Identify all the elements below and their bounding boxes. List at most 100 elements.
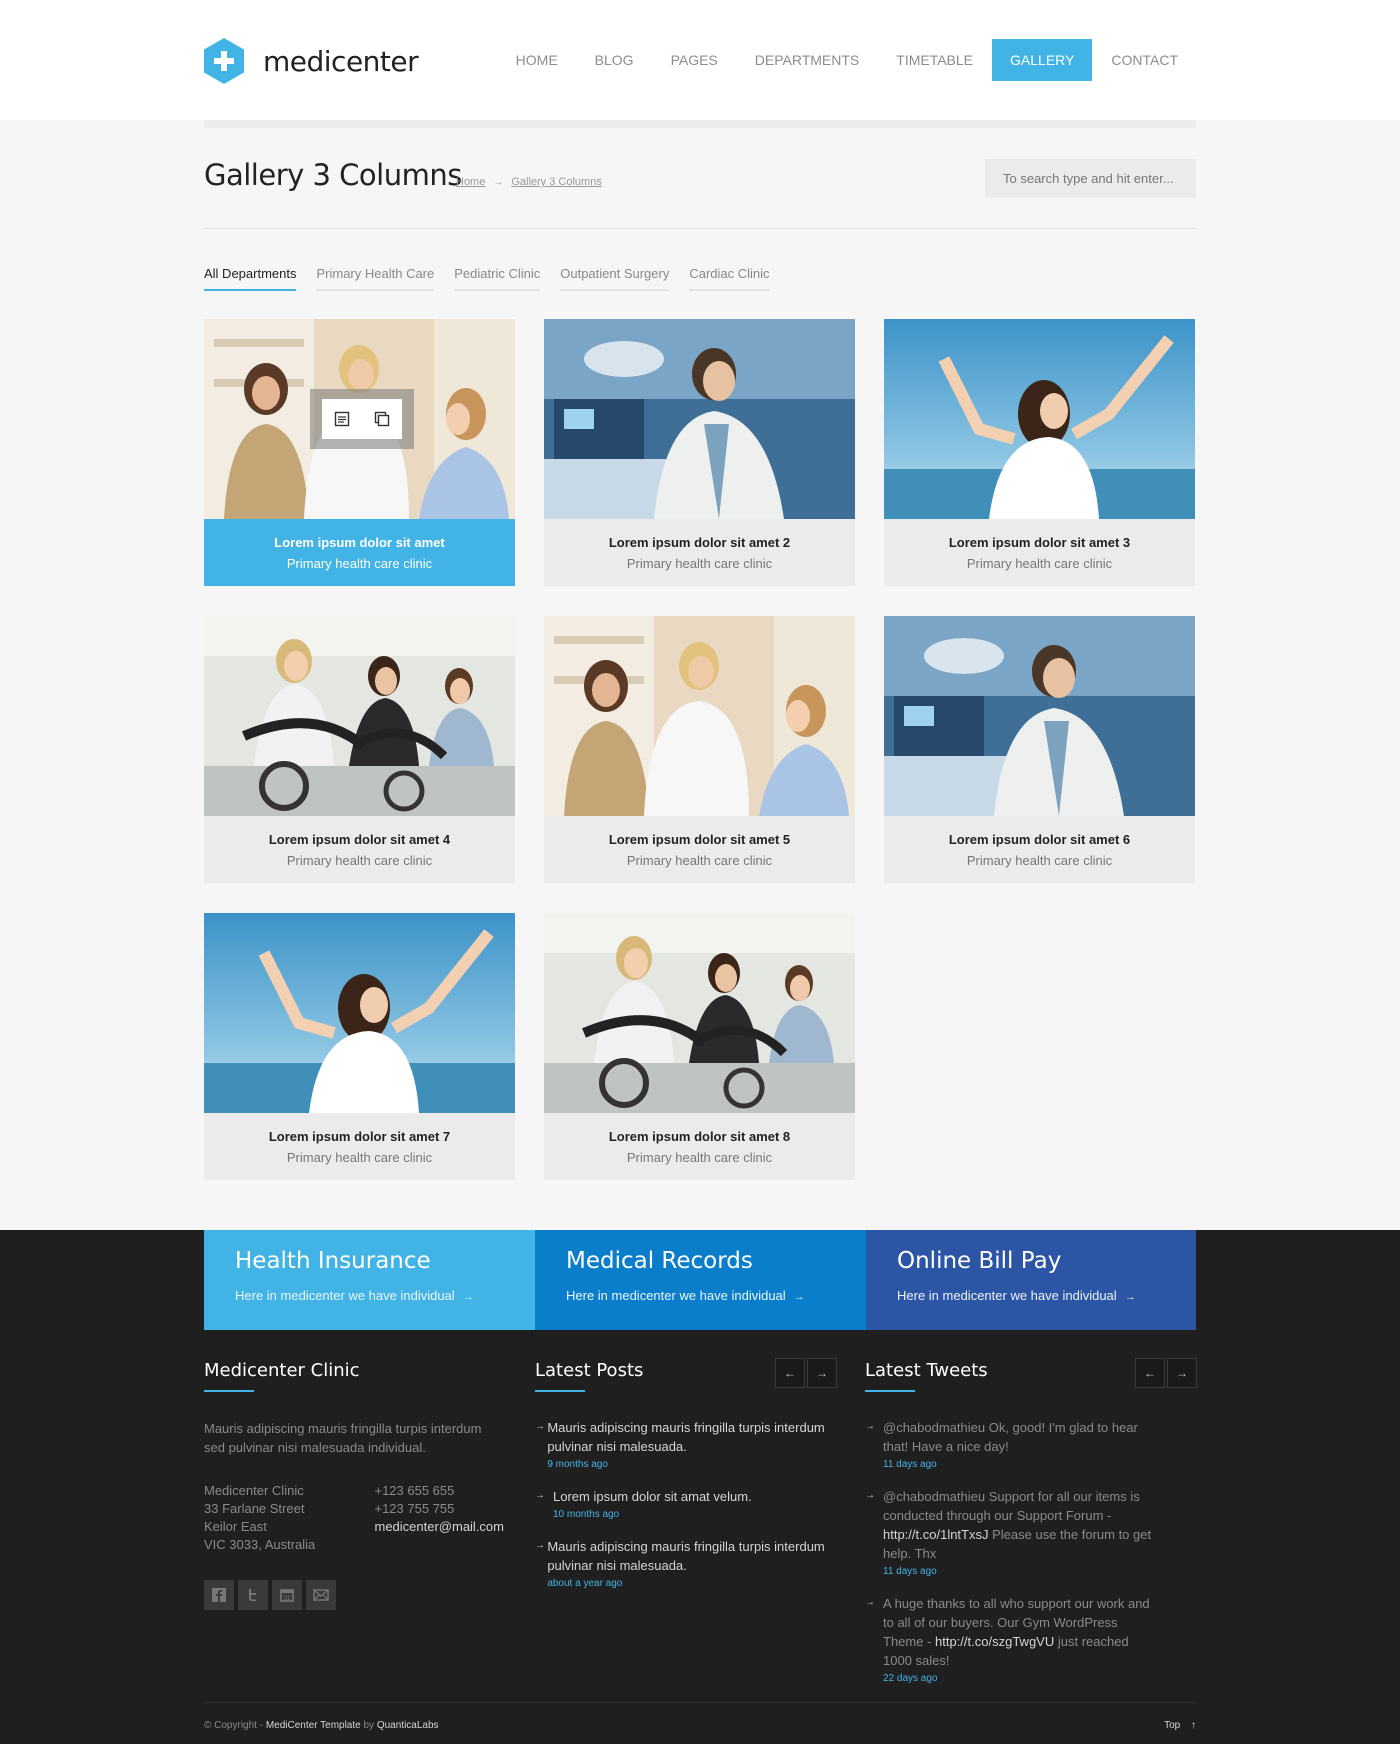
about-column: Medicenter Clinic Mauris adipiscing maur…	[204, 1360, 504, 1610]
contact-details: Medicenter Clinic 33 Farlane Street Keil…	[204, 1482, 504, 1554]
filter-tab[interactable]: Outpatient Surgery	[560, 266, 670, 291]
gallery-image[interactable]	[884, 319, 1195, 519]
nav-item-departments[interactable]: DEPARTMENTS	[737, 39, 878, 81]
feature-box-link[interactable]: Here in medicenter we have individual →	[566, 1288, 835, 1303]
author-link[interactable]: QuanticaLabs	[377, 1720, 439, 1731]
copyright: © Copyright - MediCenter Template by Qua…	[204, 1720, 439, 1731]
back-to-top-button[interactable]: Top ↑	[1164, 1720, 1196, 1731]
post-title[interactable]: Lorem ipsum dolor sit amat velum.	[553, 1487, 752, 1506]
footer-feature-boxes: Health Insurance Here in medicenter we ha…	[204, 1230, 1196, 1330]
gallery-item-subtitle: Primary health care clinic	[286, 556, 433, 571]
gallery-item-subtitle: Primary health care clinic	[626, 1150, 773, 1165]
post-title[interactable]: Mauris adipiscing mauris fringilla turpi…	[547, 1418, 835, 1456]
gallery-item-title[interactable]: Lorem ipsum dolor sit amet 6	[884, 832, 1195, 847]
gallery-caption: Lorem ipsum dolor sit amet 7 Primary heal…	[204, 1113, 515, 1180]
gallery-item-title[interactable]: Lorem ipsum dolor sit amet 5	[544, 832, 855, 847]
gallery-item[interactable]: Lorem ipsum dolor sit amet 5 Primary heal…	[544, 616, 855, 883]
feature-box[interactable]: Medical Records Here in medicenter we hav…	[535, 1230, 866, 1330]
filter-tab[interactable]: Cardiac Clinic	[689, 266, 770, 291]
nav-item-pages[interactable]: PAGES	[653, 39, 736, 81]
post-item[interactable]: → Lorem ipsum dolor sit amat velum. 10 mon…	[535, 1487, 835, 1520]
tweet-date[interactable]: 22 days ago	[883, 1673, 1158, 1684]
gallery-item-title[interactable]: Lorem ipsum dolor sit amet 2	[544, 535, 855, 550]
tweets-prev-button[interactable]: ←	[1135, 1358, 1165, 1388]
product-link[interactable]: MediCenter Template	[266, 1720, 361, 1731]
gallery-item-subtitle: Primary health care clinic	[966, 556, 1113, 571]
facebook-icon[interactable]	[204, 1580, 234, 1610]
tweet-text: A huge thanks to all who support our wor…	[883, 1594, 1158, 1670]
nav-item-blog[interactable]: BLOG	[577, 39, 652, 81]
copyright-by: by	[360, 1720, 377, 1731]
gallery-item-title[interactable]: Lorem ipsum dolor sit amet 4	[204, 832, 515, 847]
feature-box-link[interactable]: Here in medicenter we have individual →	[897, 1288, 1165, 1303]
logo[interactable]: medicenter	[204, 38, 419, 84]
arrow-right-icon: →	[535, 1540, 545, 1551]
post-item[interactable]: → Mauris adipiscing mauris fringilla turp…	[535, 1418, 835, 1470]
email-link[interactable]: medicenter@mail.com	[374, 1518, 504, 1536]
filter-tab[interactable]: All Departments	[204, 266, 297, 291]
gallery-item-title[interactable]: Lorem ipsum dolor sit amet 3	[884, 535, 1195, 550]
feature-box[interactable]: Online Bill Pay Here in medicenter we hav…	[866, 1230, 1196, 1330]
arrow-right-icon: →	[535, 1421, 545, 1432]
gallery-image[interactable]	[204, 913, 515, 1113]
gallery-image[interactable]	[544, 913, 855, 1113]
posts-prev-button[interactable]: ←	[775, 1358, 805, 1388]
logo-text: medicenter	[263, 44, 419, 78]
feature-box-title: Medical Records	[566, 1248, 753, 1274]
nav-item-home[interactable]: HOME	[498, 39, 576, 81]
twitter-icon[interactable]	[238, 1580, 268, 1610]
nav-item-gallery[interactable]: GALLERY	[992, 39, 1093, 81]
mail-icon[interactable]	[306, 1580, 336, 1610]
feature-box-title: Online Bill Pay	[897, 1248, 1062, 1274]
breadcrumb-home[interactable]: Home	[456, 176, 485, 188]
filter-tab[interactable]: Primary Health Care	[316, 266, 435, 291]
gallery-item[interactable]: Lorem ipsum dolor sit amet Primary health…	[204, 319, 515, 586]
gallery-image[interactable]	[204, 616, 515, 816]
tweet-date[interactable]: 11 days ago	[883, 1566, 1158, 1577]
gallery-image[interactable]	[884, 616, 1195, 816]
gallery-item-title[interactable]: Lorem ipsum dolor sit amet 8	[544, 1129, 855, 1144]
feature-box[interactable]: Health Insurance Here in medicenter we ha…	[204, 1230, 535, 1330]
post-item[interactable]: → Mauris adipiscing mauris fringilla turp…	[535, 1537, 835, 1589]
divider	[204, 228, 1196, 229]
gallery-image[interactable]	[544, 616, 855, 816]
gallery-item-title[interactable]: Lorem ipsum dolor sit amet	[204, 535, 515, 550]
enlarge-icon[interactable]	[362, 399, 402, 439]
arrow-up-icon: ↑	[1191, 1720, 1196, 1731]
calendar-icon[interactable]: 31	[272, 1580, 302, 1610]
post-body: Mauris adipiscing mauris fringilla turpi…	[547, 1537, 835, 1589]
phone-number: +123 655 655	[374, 1483, 455, 1498]
tweets-next-button[interactable]: →	[1167, 1358, 1197, 1388]
tweet-link[interactable]: http://t.co/1lntTxsJ	[883, 1527, 989, 1542]
gallery-image[interactable]	[544, 319, 855, 519]
nav-item-timetable[interactable]: TIMETABLE	[878, 39, 991, 81]
details-icon[interactable]	[322, 399, 362, 439]
gallery-item[interactable]: Lorem ipsum dolor sit amet 8 Primary heal…	[544, 913, 855, 1180]
feature-box-link[interactable]: Here in medicenter we have individual →	[235, 1288, 504, 1303]
title-underline	[535, 1390, 585, 1392]
gallery-item[interactable]: Lorem ipsum dolor sit amet 7 Primary heal…	[204, 913, 515, 1180]
breadcrumb-current[interactable]: Gallery 3 Columns	[511, 176, 601, 188]
tweet-link[interactable]: http://t.co/szgTwgVU	[935, 1634, 1054, 1649]
address-line: Medicenter Clinic	[204, 1483, 304, 1498]
nav-item-contact[interactable]: CONTACT	[1093, 39, 1196, 81]
feature-box-link-text: Here in medicenter we have individual	[566, 1288, 786, 1303]
gallery-caption: Lorem ipsum dolor sit amet 4 Primary heal…	[204, 816, 515, 883]
gallery-item[interactable]: Lorem ipsum dolor sit amet 3 Primary heal…	[884, 319, 1195, 586]
post-title[interactable]: Mauris adipiscing mauris fringilla turpi…	[547, 1537, 835, 1575]
social-links: 31	[204, 1580, 504, 1610]
gallery-item[interactable]: Lorem ipsum dolor sit amet 2 Primary heal…	[544, 319, 855, 586]
post-date: 9 months ago	[547, 1459, 608, 1470]
gallery-item-title[interactable]: Lorem ipsum dolor sit amet 7	[204, 1129, 515, 1144]
gallery-image[interactable]	[204, 319, 515, 519]
gallery-item[interactable]: Lorem ipsum dolor sit amet 4 Primary heal…	[204, 616, 515, 883]
tweet-text-part: @chabodmathieu Support for all our items…	[883, 1489, 1140, 1523]
search-input[interactable]	[985, 159, 1196, 198]
filter-tab[interactable]: Pediatric Clinic	[454, 266, 541, 291]
title-underline	[204, 1390, 254, 1392]
posts-next-button[interactable]: →	[807, 1358, 837, 1388]
gallery-item[interactable]: Lorem ipsum dolor sit amet 6 Primary heal…	[884, 616, 1195, 883]
tweet-text: @chabodmathieu Support for all our items…	[883, 1487, 1158, 1563]
tweet-date[interactable]: 11 days ago	[883, 1459, 1158, 1470]
post-body: Mauris adipiscing mauris fringilla turpi…	[547, 1418, 835, 1470]
